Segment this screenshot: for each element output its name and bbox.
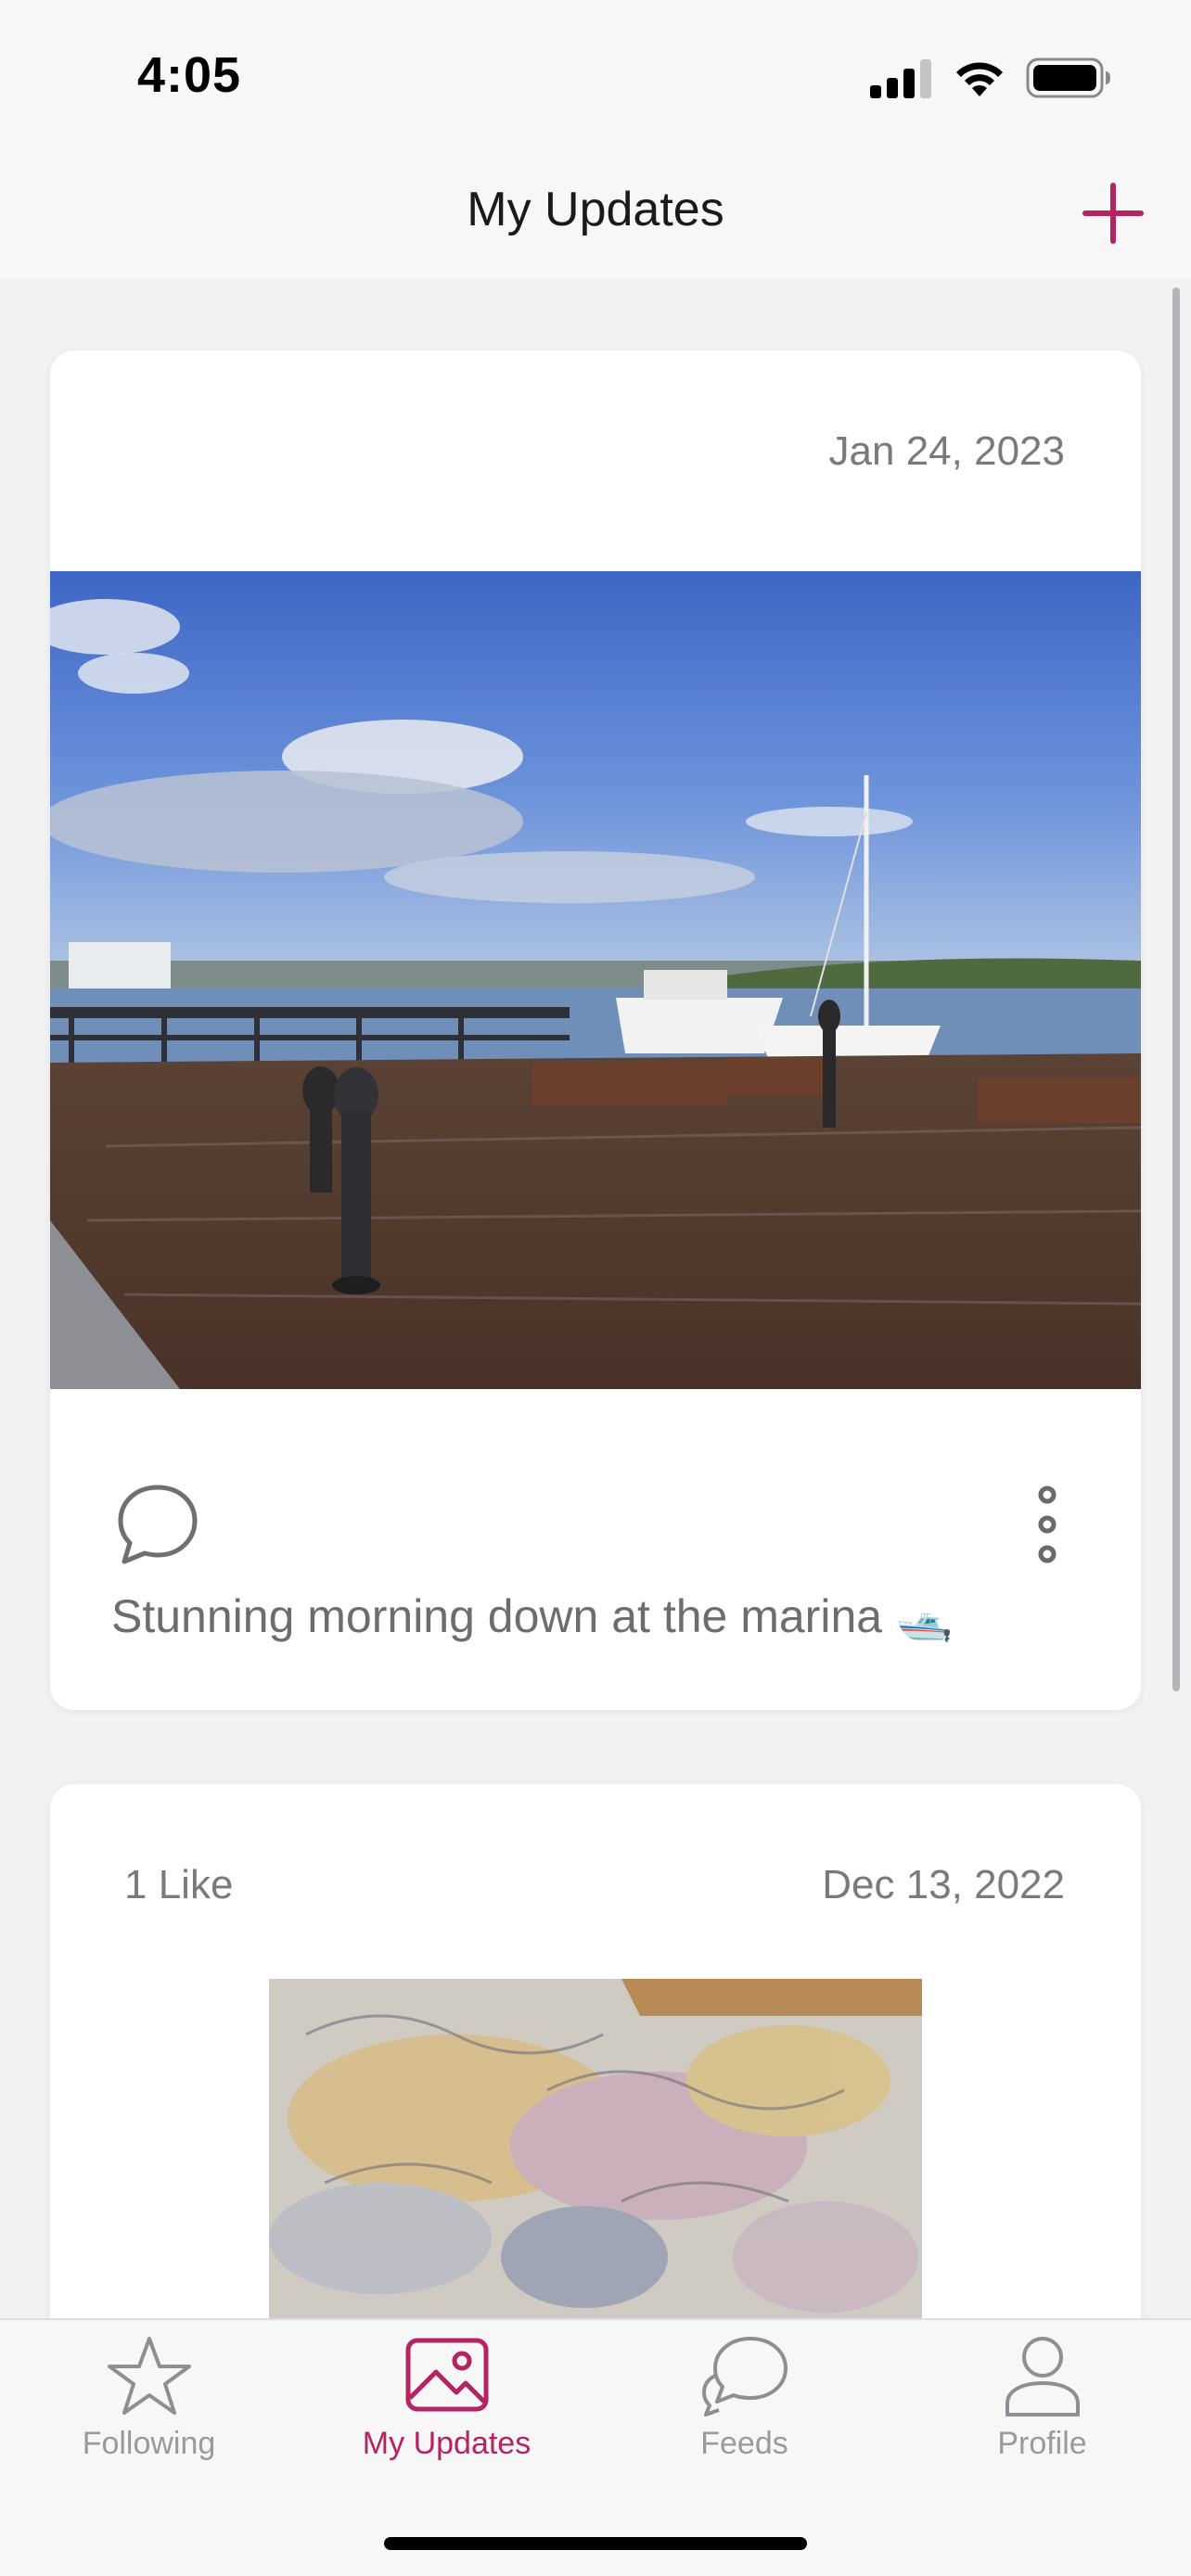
post-date: Jan 24, 2023 xyxy=(828,428,1065,474)
person-icon xyxy=(1005,2337,1080,2417)
star-icon xyxy=(107,2337,191,2415)
status-bar: 4:05 xyxy=(0,0,1191,148)
add-button[interactable] xyxy=(1080,180,1146,247)
signal-icon xyxy=(870,59,931,98)
tab-following[interactable]: Following xyxy=(0,2333,298,2500)
tab-label: Profile xyxy=(997,2426,1087,2461)
nav-bar: My Updates xyxy=(0,148,1191,278)
comment-icon[interactable] xyxy=(113,1480,202,1569)
chat-bubbles-icon xyxy=(701,2337,788,2417)
wifi-icon xyxy=(956,62,1003,96)
tab-feeds[interactable]: Feeds xyxy=(596,2333,893,2500)
post-caption: Stunning morning down at the marina 🛥️ xyxy=(111,1590,954,1642)
page-title: My Updates xyxy=(467,183,724,236)
tab-label: Following xyxy=(82,2426,216,2461)
screen: 4:05 My Updates Jan 24, 2023 Stunning mo… xyxy=(0,0,1191,2576)
like-count[interactable]: 1 Like xyxy=(124,1862,233,1908)
tab-label: Feeds xyxy=(700,2426,788,2461)
rug-dog-photo[interactable] xyxy=(269,1979,922,2318)
feed-scroll-area[interactable]: Jan 24, 2023 Stunning morning down at th… xyxy=(0,278,1191,2318)
battery-icon xyxy=(1026,57,1110,98)
status-time: 4:05 xyxy=(137,47,242,103)
marina-photo[interactable] xyxy=(50,571,1141,1389)
image-icon xyxy=(405,2338,488,2412)
post-card: 1 Like Dec 13, 2022 xyxy=(50,1784,1141,2318)
tab-my-updates[interactable]: My Updates xyxy=(298,2333,596,2500)
more-vertical-icon[interactable] xyxy=(1015,1478,1080,1571)
scrollbar[interactable] xyxy=(1172,287,1180,1691)
tab-label: My Updates xyxy=(362,2426,531,2461)
home-indicator[interactable] xyxy=(384,2537,807,2550)
post-date: Dec 13, 2022 xyxy=(822,1862,1065,1907)
post-card: Jan 24, 2023 Stunning morning down at th… xyxy=(50,351,1141,1710)
tab-profile[interactable]: Profile xyxy=(893,2333,1191,2500)
